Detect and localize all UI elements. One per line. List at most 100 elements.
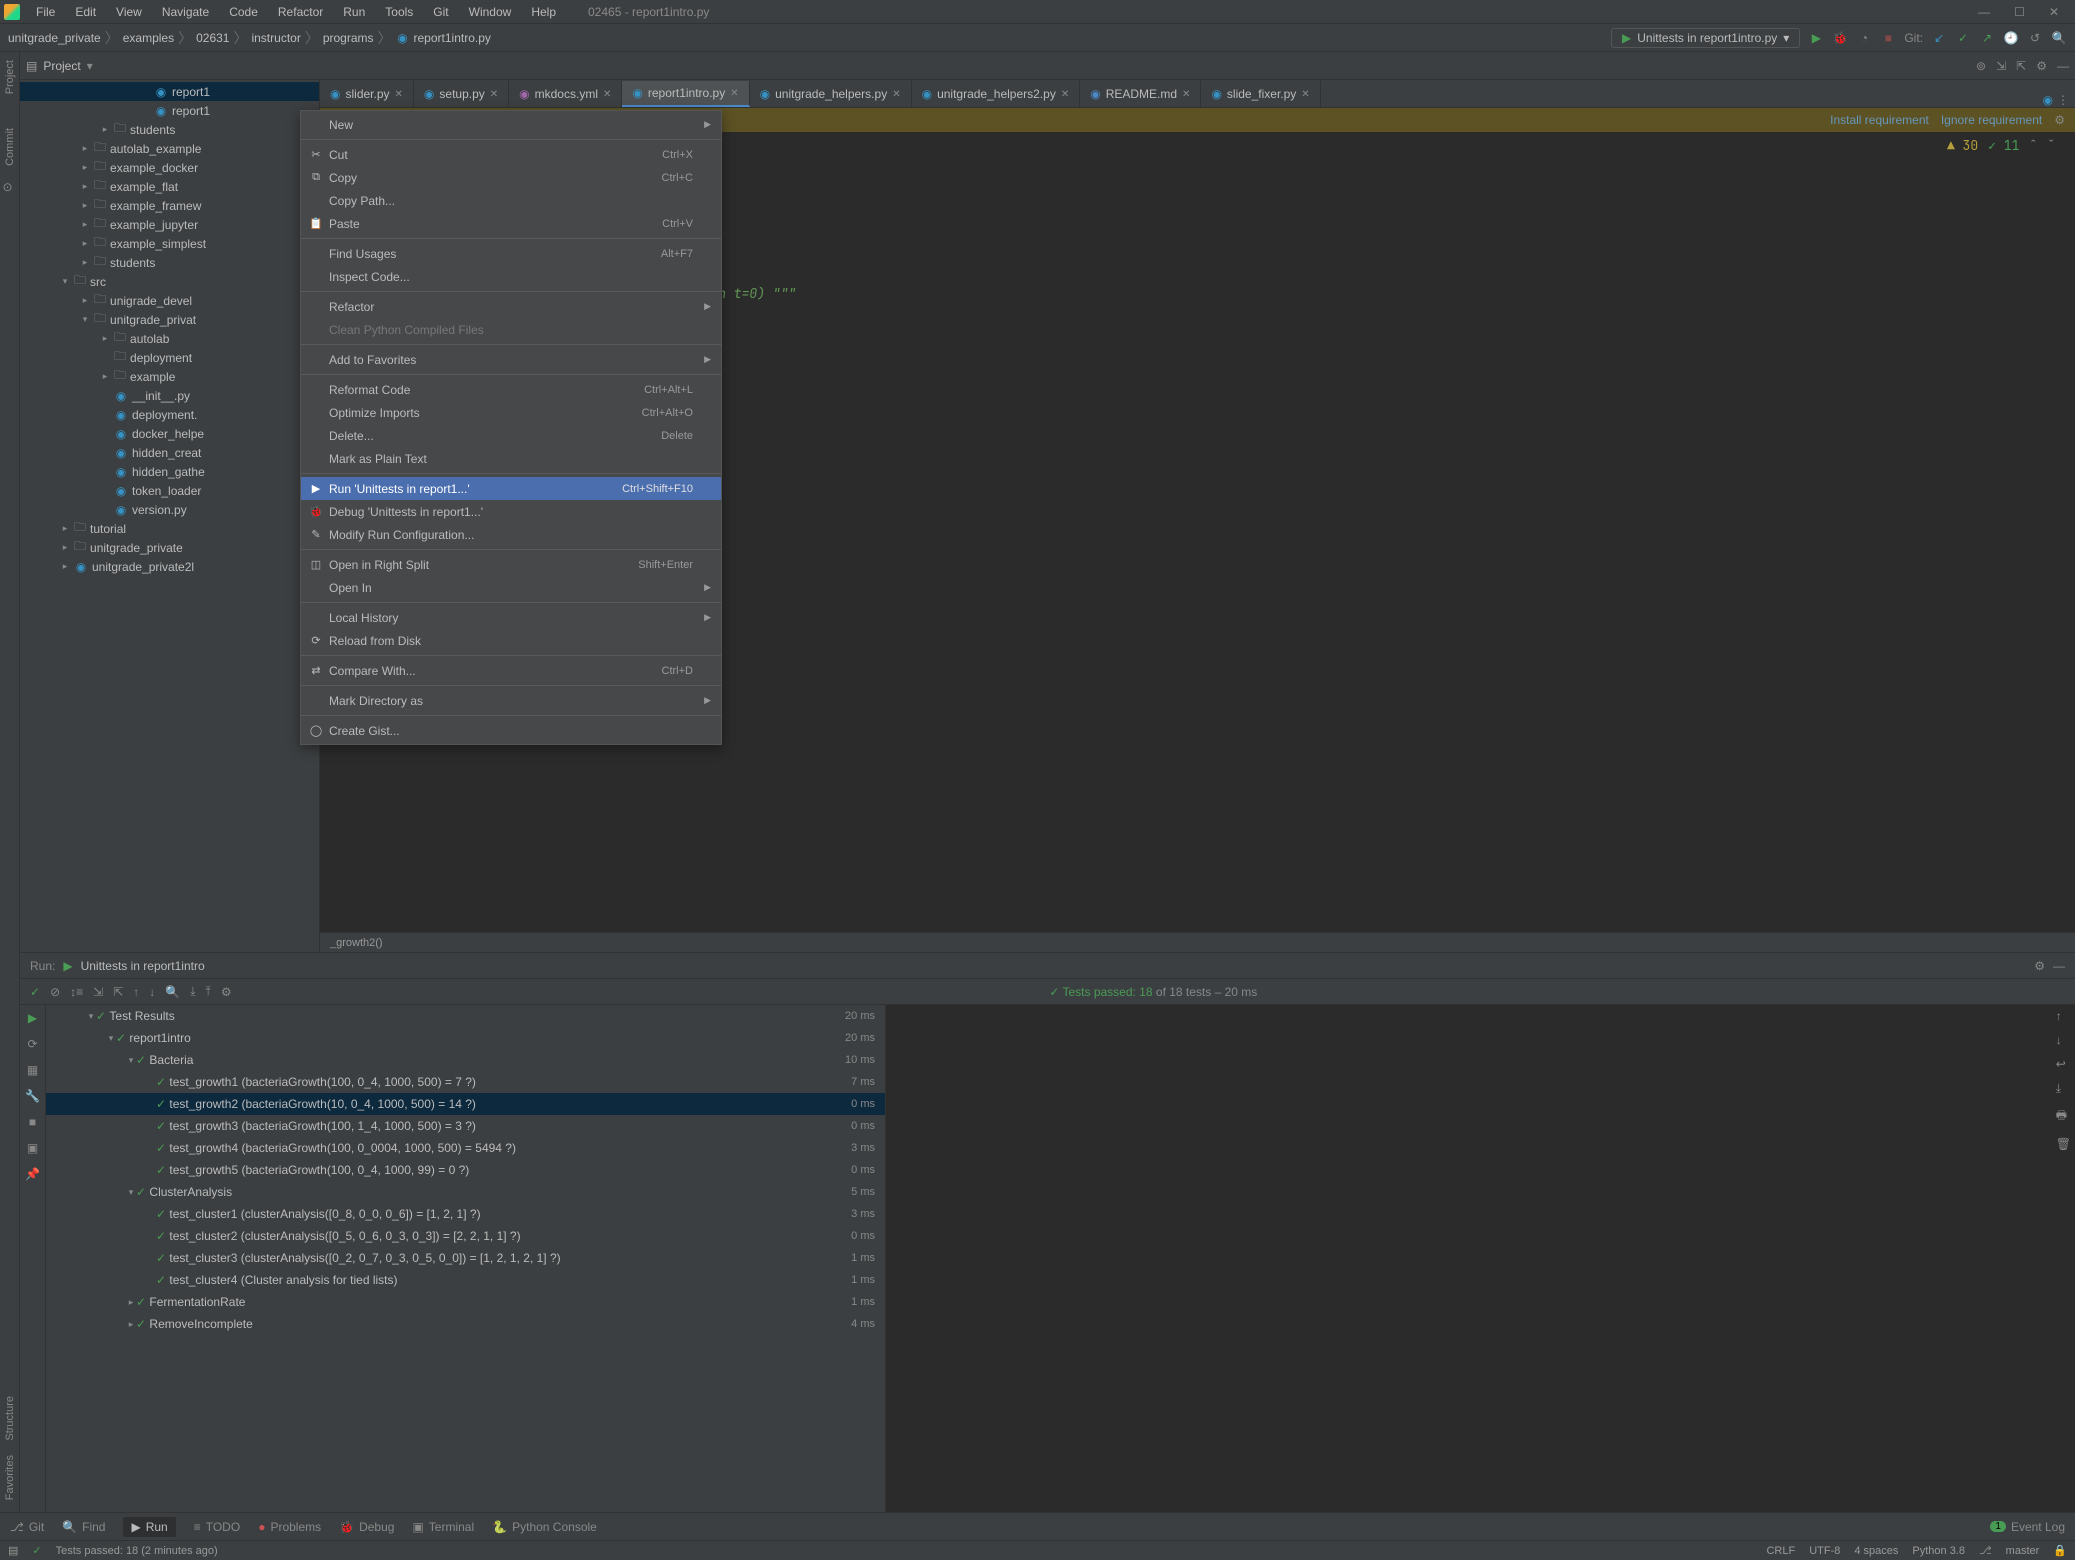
tree-item[interactable]: ▸🗀example xyxy=(20,367,319,386)
context-menu-item[interactable]: Add to Favorites▶ xyxy=(301,348,721,371)
expand-arrow-icon[interactable]: ▸ xyxy=(80,200,90,211)
test-tree-item[interactable]: ✓ test_cluster3 (clusterAnalysis([0_2, 0… xyxy=(46,1247,885,1269)
print-icon[interactable]: 🖶 xyxy=(2056,1106,2071,1127)
menu-refactor[interactable]: Refactor xyxy=(270,3,331,21)
context-menu-item[interactable]: ⇄Compare With...Ctrl+D xyxy=(301,659,721,682)
context-menu-item[interactable]: ⧉CopyCtrl+C xyxy=(301,166,721,189)
expand-all-icon[interactable]: ⇲ xyxy=(1996,59,2006,73)
test-tree-item[interactable]: ✓ test_cluster4 (Cluster analysis for ti… xyxy=(46,1269,885,1291)
tree-item[interactable]: ◉report1 xyxy=(20,82,319,101)
expand-arrow-icon[interactable]: ▸ xyxy=(80,257,90,268)
pin-icon[interactable]: 📌 xyxy=(25,1167,40,1181)
coverage-icon[interactable]: ◔ xyxy=(1856,30,1872,46)
test-tree-item[interactable]: ✓ test_growth2 (bacteriaGrowth(10, 0_4, … xyxy=(46,1093,885,1115)
expand-arrow-icon[interactable]: ▸ xyxy=(100,371,110,382)
export-icon[interactable]: ⤒ xyxy=(206,984,211,999)
close-tab-icon[interactable]: ✕ xyxy=(395,89,403,100)
context-menu-item[interactable]: Reformat CodeCtrl+Alt+L xyxy=(301,378,721,401)
hide-icon[interactable]: — xyxy=(2053,959,2065,973)
status-left-icon[interactable]: ▤ xyxy=(8,1544,18,1557)
chevron-down-icon[interactable]: ▾ xyxy=(87,59,93,73)
search-icon[interactable]: 🔍 xyxy=(165,985,180,999)
breadcrumb-item[interactable]: instructor xyxy=(251,31,300,45)
stop-icon[interactable]: ■ xyxy=(1880,30,1896,46)
event-log-button[interactable]: 1Event Log xyxy=(1990,1520,2065,1534)
expand-arrow-icon[interactable]: ▸ xyxy=(80,143,90,154)
expand-arrow-icon[interactable]: ▾ xyxy=(80,314,90,325)
toggle-auto-icon[interactable]: ▦ xyxy=(27,1063,38,1077)
stop-icon[interactable]: ■ xyxy=(29,1115,36,1129)
indent[interactable]: 4 spaces xyxy=(1854,1545,1898,1557)
collapse-all-icon[interactable]: ⇱ xyxy=(2016,59,2026,73)
context-menu-item[interactable]: Local History▶ xyxy=(301,606,721,629)
import-icon[interactable]: ⤓ xyxy=(190,984,195,999)
tree-item[interactable]: ◉version.py xyxy=(20,500,319,519)
file-icon[interactable]: ◉ xyxy=(2043,93,2053,107)
editor-tab[interactable]: ◉setup.py✕ xyxy=(414,81,509,107)
rerun-failed-icon[interactable]: ⟳ xyxy=(27,1037,37,1051)
run-icon[interactable]: ▶ xyxy=(1808,30,1824,46)
context-menu-item[interactable]: Delete...Delete xyxy=(301,424,721,447)
editor-tab[interactable]: ◉report1intro.py✕ xyxy=(622,81,749,107)
git-history-icon[interactable]: 🕘 xyxy=(2003,30,2019,46)
test-console[interactable]: ↑ ↓ ↩ ⤓ 🖶 🗑 xyxy=(886,1005,2075,1512)
project-tool-tab[interactable]: Project xyxy=(4,60,16,94)
expand-arrow-icon[interactable]: ▸ xyxy=(80,181,90,192)
tree-item[interactable]: ▸🗀unigrade_devel xyxy=(20,291,319,310)
project-tree[interactable]: ◉report1◉report1▸🗀students▸🗀autolab_exam… xyxy=(20,80,320,952)
editor-breadcrumb[interactable]: _growth2() xyxy=(320,932,2075,952)
git-update-icon[interactable]: ↙ xyxy=(1931,30,1947,46)
context-menu-item[interactable]: ▶Run 'Unittests in report1...'Ctrl+Shift… xyxy=(301,477,721,500)
sort-icon[interactable]: ↕≡ xyxy=(70,985,83,999)
test-tree-item[interactable]: ▾✓ report1intro20 ms xyxy=(46,1027,885,1049)
maximize-icon[interactable]: ☐ xyxy=(2014,5,2025,19)
select-opened-icon[interactable]: ⊚ xyxy=(1976,59,1986,73)
line-ending[interactable]: CRLF xyxy=(1766,1545,1795,1557)
close-tab-icon[interactable]: ✕ xyxy=(730,88,738,99)
tree-item[interactable]: ▾🗀unitgrade_privat xyxy=(20,310,319,329)
expand-arrow-icon[interactable]: ▸ xyxy=(126,1319,136,1330)
next-failed-icon[interactable]: ↓ xyxy=(149,985,155,999)
test-tree-item[interactable]: ▾✓ Test Results20 ms xyxy=(46,1005,885,1027)
show-passed-icon[interactable]: ✓ xyxy=(30,985,40,999)
encoding[interactable]: UTF-8 xyxy=(1809,1545,1840,1557)
tree-item[interactable]: ▸🗀example_docker xyxy=(20,158,319,177)
expand-arrow-icon[interactable]: ▸ xyxy=(60,523,70,534)
git-push-icon[interactable]: ↗ xyxy=(1979,30,1995,46)
tree-item[interactable]: ◉hidden_gathe xyxy=(20,462,319,481)
close-tab-icon[interactable]: ✕ xyxy=(603,89,611,100)
close-tab-icon[interactable]: ✕ xyxy=(892,89,900,100)
chevron-down-icon[interactable]: ˇ xyxy=(2047,136,2055,155)
tool-tab-run[interactable]: ▶Run xyxy=(123,1517,175,1537)
structure-tool-tab[interactable]: Structure xyxy=(4,1396,16,1441)
menu-tools[interactable]: Tools xyxy=(377,3,421,21)
expand-arrow-icon[interactable]: ▾ xyxy=(126,1055,136,1066)
commit-icon[interactable]: ⊙ xyxy=(3,180,17,194)
run-configuration-dropdown[interactable]: ▶ Unittests in report1intro.py ▾ xyxy=(1611,28,1800,48)
editor-tab[interactable]: ◉README.md✕ xyxy=(1080,81,1201,107)
expand-arrow-icon[interactable]: ▾ xyxy=(126,1187,136,1198)
rerun-icon[interactable]: ▶ xyxy=(28,1011,37,1025)
menu-view[interactable]: View xyxy=(108,3,150,21)
git-commit-icon[interactable]: ✓ xyxy=(1955,30,1971,46)
test-tree-item[interactable]: ✓ test_cluster2 (clusterAnalysis([0_5, 0… xyxy=(46,1225,885,1247)
context-menu-item[interactable]: Find UsagesAlt+F7 xyxy=(301,242,721,265)
breadcrumb-item[interactable]: programs xyxy=(323,31,374,45)
collapse-all-icon[interactable]: ⇱ xyxy=(113,985,123,999)
test-tree-item[interactable]: ▾✓ ClusterAnalysis5 ms xyxy=(46,1181,885,1203)
tree-item[interactable]: ◉token_loader xyxy=(20,481,319,500)
expand-all-icon[interactable]: ⇲ xyxy=(93,985,103,999)
settings-icon[interactable]: ⚙ xyxy=(2054,113,2065,127)
commit-tool-tab[interactable]: Commit xyxy=(4,128,16,166)
close-tab-icon[interactable]: ✕ xyxy=(490,89,498,100)
expand-arrow-icon[interactable]: ▾ xyxy=(60,276,70,287)
breadcrumb-item[interactable]: 02631 xyxy=(196,31,229,45)
context-menu-item[interactable]: ◫Open in Right SplitShift+Enter xyxy=(301,553,721,576)
menu-navigate[interactable]: Navigate xyxy=(154,3,217,21)
tree-item[interactable]: ◉docker_helpe xyxy=(20,424,319,443)
context-menu-item[interactable]: Open In▶ xyxy=(301,576,721,599)
scroll-up-icon[interactable]: ↑ xyxy=(2056,1009,2071,1023)
python-interpreter[interactable]: Python 3.8 xyxy=(1912,1545,1965,1557)
lock-icon[interactable]: 🔒 xyxy=(2053,1544,2067,1557)
search-everywhere-icon[interactable]: 🔍 xyxy=(2051,30,2067,46)
